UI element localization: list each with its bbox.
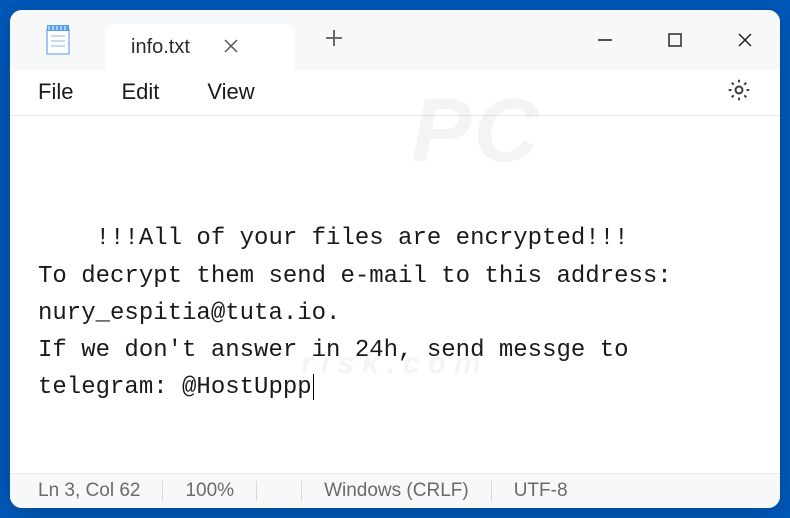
close-tab-icon[interactable] — [220, 33, 242, 62]
tab-strip: info.txt — [105, 10, 373, 70]
status-line-endings[interactable]: Windows (CRLF) — [302, 481, 492, 501]
app-icon-area — [10, 10, 105, 70]
statusbar: Ln 3, Col 62 100% Windows (CRLF) UTF-8 — [10, 473, 780, 508]
notepad-window: info.txt File Edit View — [10, 10, 780, 508]
gear-icon — [726, 77, 752, 103]
tab-title: info.txt — [131, 36, 190, 59]
close-window-button[interactable] — [710, 10, 780, 70]
titlebar: info.txt — [10, 10, 780, 70]
window-controls — [570, 10, 780, 70]
document-text: !!!All of your files are encrypted!!! To… — [38, 225, 686, 401]
notepad-icon — [45, 25, 71, 55]
status-encoding[interactable]: UTF-8 — [492, 481, 590, 501]
tab-active[interactable]: info.txt — [105, 24, 295, 70]
text-cursor — [313, 374, 314, 400]
menu-view[interactable]: View — [207, 79, 254, 105]
minimize-button[interactable] — [570, 10, 640, 70]
maximize-button[interactable] — [640, 10, 710, 70]
text-editor-area[interactable]: PC risk.com !!!All of your files are enc… — [10, 116, 780, 474]
menubar: File Edit View — [10, 70, 780, 116]
status-zoom[interactable]: 100% — [163, 481, 257, 501]
status-spacer — [257, 481, 302, 501]
menu-edit[interactable]: Edit — [121, 79, 159, 105]
new-tab-button[interactable] — [295, 26, 373, 54]
menu-file[interactable]: File — [38, 79, 73, 105]
status-cursor-position: Ln 3, Col 62 — [30, 481, 163, 501]
settings-button[interactable] — [726, 77, 752, 108]
